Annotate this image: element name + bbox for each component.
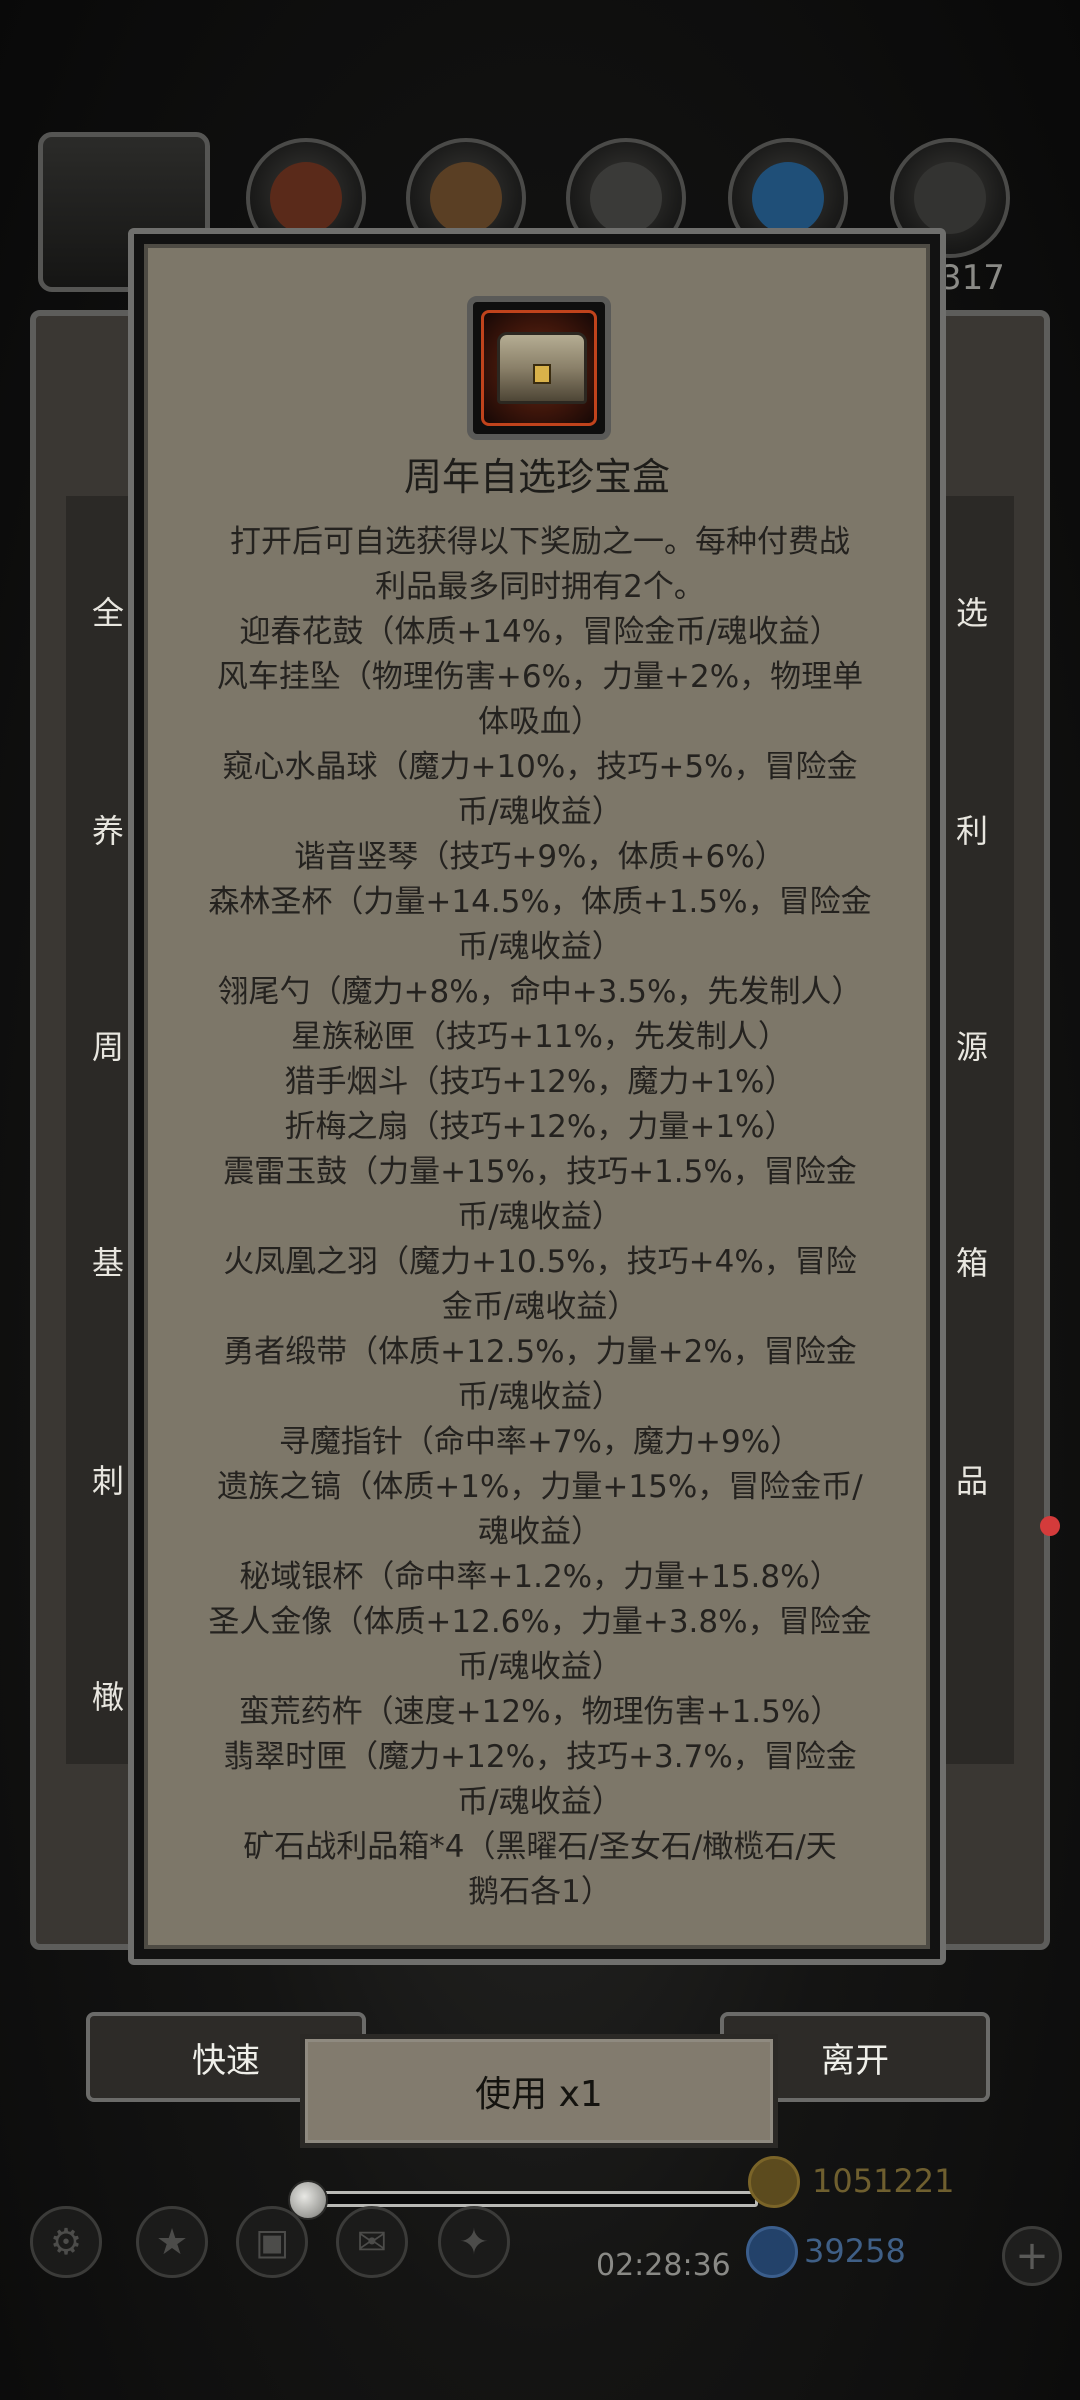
desc-line: 震雷玉鼓（力量+15%，技巧+1.5%，冒险金 [223, 1154, 857, 1190]
right-tab-4[interactable]: 品 [956, 1456, 988, 1502]
timer-text: 02:28:36 [596, 2248, 731, 2283]
right-tab-0[interactable]: 选 [956, 588, 988, 634]
desc-line: 森林圣杯（力量+14.5%，体质+1.5%，冒险金 [208, 884, 872, 920]
gold-amount: 1051221 [812, 2162, 955, 2200]
desc-line: 翎尾勺（魔力+8%，命中+3.5%，先发制人） [217, 974, 863, 1010]
desc-line: 谐音竖琴（技巧+9%，体质+6%） [294, 839, 786, 875]
desc-line: 币/魂收益） [457, 1784, 623, 1820]
desc-line: 体吸血） [478, 704, 602, 740]
leave-label: 离开 [821, 2040, 889, 2081]
side-tab-0[interactable]: 全 [92, 588, 124, 634]
use-button-label: 使用 x1 [475, 2074, 603, 2115]
quick-label: 快速 [192, 2040, 260, 2081]
settings-icon[interactable]: ⚙ [30, 2206, 102, 2278]
side-tab-2[interactable]: 周 [92, 1022, 124, 1068]
desc-line: 火凤凰之羽（魔力+10.5%，技巧+4%，冒险 [223, 1244, 857, 1280]
use-button[interactable]: 使用 x1 [300, 2034, 778, 2148]
desc-line: 金币/魂收益） [441, 1289, 639, 1325]
plus-icon[interactable]: + [1002, 2226, 1062, 2286]
desc-line: 秘域银杯（命中率+1.2%，力量+15.8%） [239, 1559, 841, 1595]
desc-line: 币/魂收益） [457, 794, 623, 830]
desc-line: 圣人金像（体质+12.6%，力量+3.8%，冒险金 [208, 1604, 872, 1640]
desc-line: 币/魂收益） [457, 1649, 623, 1685]
item-description: 打开后可自选获得以下奖励之一。每种付费战 利品最多同时拥有2个。 迎春花鼓（体质… [180, 520, 900, 1915]
desc-line: 勇者缎带（体质+12.5%，力量+2%，冒险金 [223, 1334, 857, 1370]
desc-line: 猎手烟斗（技巧+12%，魔力+1%） [284, 1064, 796, 1100]
desc-line: 币/魂收益） [457, 1379, 623, 1415]
desc-line: 星族秘匣（技巧+11%，先发制人） [291, 1019, 789, 1055]
desc-line: 魂收益） [478, 1514, 602, 1550]
desc-line: 矿石战利品箱*4（黑曜石/圣女石/橄榄石/天 [243, 1829, 837, 1865]
treasure-chest-icon [467, 296, 611, 440]
desc-line: 利品最多同时拥有2个。 [375, 569, 705, 605]
star-icon[interactable]: ★ [136, 2206, 208, 2278]
desc-line: 窥心水晶球（魔力+10%，技巧+5%，冒险金 [222, 749, 858, 785]
right-tab-1[interactable]: 利 [956, 806, 988, 852]
map-icon[interactable]: ▣ [236, 2206, 308, 2278]
desc-line: 鹅石各1） [468, 1874, 612, 1910]
side-tab-5[interactable]: 橄 [92, 1672, 124, 1718]
side-tab-1[interactable]: 养 [92, 806, 124, 852]
side-tab-4[interactable]: 刺 [92, 1456, 124, 1502]
desc-line: 币/魂收益） [457, 1199, 623, 1235]
achievement-icon[interactable]: ✦ [438, 2206, 510, 2278]
desc-line: 蛮荒药杵（速度+12%，物理伤害+1.5%） [238, 1694, 842, 1730]
desc-line: 遗族之镐（体质+1%，力量+15%，冒险金币/ [217, 1469, 863, 1505]
right-tab-2[interactable]: 源 [956, 1022, 988, 1068]
desc-line: 打开后可自选获得以下奖励之一。每种付费战 [230, 524, 850, 560]
side-tab-3[interactable]: 基 [92, 1238, 124, 1284]
blue-gem-icon [746, 2226, 798, 2278]
gem-amount: 39258 [804, 2232, 906, 2270]
desc-line: 币/魂收益） [457, 929, 623, 965]
mail-icon[interactable]: ✉ [336, 2206, 408, 2278]
desc-line: 风车挂坠（物理伤害+6%，力量+2%，物理单 [216, 659, 864, 695]
desc-line: 折梅之扇（技巧+12%，力量+1%） [284, 1109, 796, 1145]
gold-coin-icon [748, 2156, 800, 2208]
quantity-slider[interactable] [306, 2191, 758, 2207]
notification-dot [1040, 1516, 1060, 1536]
item-title: 周年自选珍宝盒 [403, 455, 670, 499]
desc-line: 寻魔指针（命中率+7%，魔力+9%） [278, 1424, 802, 1460]
counter-text: 317 [940, 258, 1005, 298]
desc-line: 翡翠时匣（魔力+12%，技巧+3.7%，冒险金 [223, 1739, 857, 1775]
right-tab-3[interactable]: 箱 [956, 1238, 988, 1284]
desc-line: 迎春花鼓（体质+14%，冒险金币/魂收益） [239, 614, 841, 650]
